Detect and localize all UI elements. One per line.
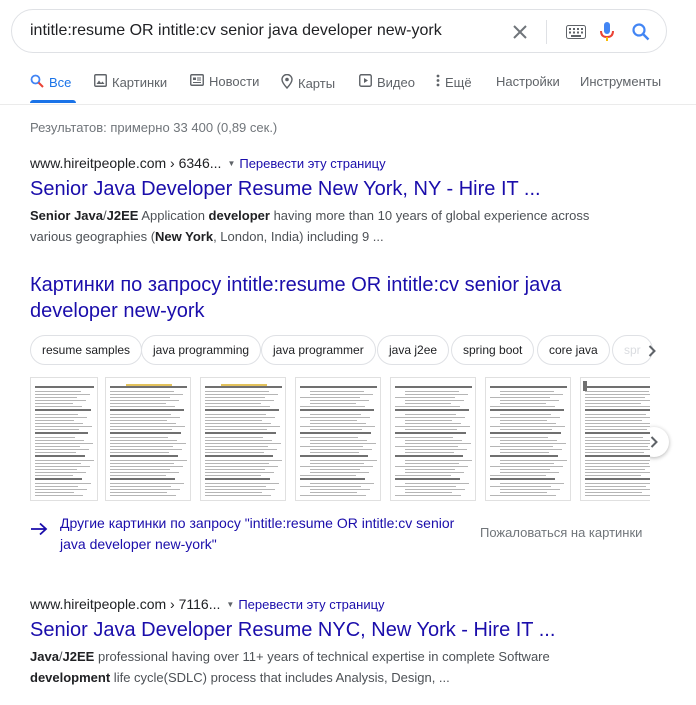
tab-label: Все xyxy=(49,75,72,90)
search-box[interactable] xyxy=(11,9,667,53)
result-snippet: Java/J2EE professional having over 11+ y… xyxy=(30,649,550,685)
news-icon xyxy=(190,74,209,89)
chevron-down-icon[interactable]: ▼ xyxy=(227,159,235,168)
resume-thumbnail[interactable] xyxy=(200,377,286,501)
tab-label: Картинки xyxy=(112,74,168,90)
result-title[interactable]: Senior Java Developer Resume NYC, New Yo… xyxy=(30,617,650,643)
close-icon[interactable] xyxy=(509,21,531,43)
microphone-icon[interactable] xyxy=(596,21,618,43)
translate-link[interactable]: Перевести эту страницу xyxy=(239,156,385,171)
tab-label: Инструменты xyxy=(580,74,662,89)
search-icon[interactable] xyxy=(630,21,652,43)
tab-settings[interactable]: Настройки xyxy=(496,74,560,89)
search-result: www.hireitpeople.com › 7116... ▼ Перевести… xyxy=(30,596,650,688)
translate-link[interactable]: Перевести эту страницу xyxy=(238,597,384,612)
tab-label: Карты xyxy=(298,75,336,91)
search-divider xyxy=(546,20,547,44)
tab-all[interactable]: Все xyxy=(30,74,71,91)
tab-more[interactable]: Ещё xyxy=(436,74,472,90)
result-breadcrumb[interactable]: www.hireitpeople.com › 7116... xyxy=(30,596,220,612)
resume-thumbnail[interactable] xyxy=(390,377,476,501)
video-icon xyxy=(359,74,377,90)
images-heading[interactable]: Картинки по запросу intitle:resume OR in… xyxy=(30,272,650,324)
chip-java-programming[interactable]: java programming xyxy=(141,335,262,365)
tab-video[interactable]: Видео xyxy=(359,74,415,90)
arrow-right-icon xyxy=(30,522,48,541)
more-vert-icon xyxy=(436,74,445,90)
chip-java-j2ee[interactable]: java j2ee xyxy=(377,335,450,365)
image-thumbnails xyxy=(30,377,650,503)
result-breadcrumb[interactable]: www.hireitpeople.com › 6346... xyxy=(30,155,221,171)
chip-spring-boot[interactable]: spring boot xyxy=(451,335,535,365)
image-chips: resume samples java programming java pro… xyxy=(30,335,660,367)
tab-tools[interactable]: Инструменты xyxy=(580,74,661,89)
result-stats: Результатов: примерно 33 400 (0,89 сек.) xyxy=(30,120,278,135)
tab-label: Настройки xyxy=(496,74,560,89)
resume-thumbnail[interactable] xyxy=(105,377,191,501)
result-url: www.hireitpeople.com › 6346... ▼ Перевести… xyxy=(30,155,650,171)
chip-core-java[interactable]: core java xyxy=(537,335,610,365)
report-images-link[interactable]: Пожаловаться на картинки xyxy=(480,525,642,540)
search-input[interactable] xyxy=(30,20,490,42)
search-result: www.hireitpeople.com › 6346... ▼ Перевести… xyxy=(30,155,650,247)
image-icon xyxy=(94,74,112,90)
search-tabs: Все Картинки Новости Карты Видео Ещё Нас… xyxy=(0,68,696,104)
chip-java-programmer[interactable]: java programmer xyxy=(261,335,376,365)
tab-label: Ещё xyxy=(445,74,472,90)
keyboard-icon[interactable] xyxy=(565,21,587,43)
resume-thumbnail[interactable] xyxy=(485,377,571,501)
map-pin-icon xyxy=(281,73,298,92)
tab-label: Новости xyxy=(209,74,260,89)
more-images-text: Другие картинки по запросу "intitle:resu… xyxy=(60,515,455,552)
result-title[interactable]: Senior Java Developer Resume New York, N… xyxy=(30,176,650,202)
chevron-down-icon[interactable]: ▼ xyxy=(226,600,234,609)
tabs-divider xyxy=(0,104,696,105)
resume-thumbnail[interactable] xyxy=(30,377,98,501)
search-icon xyxy=(30,74,49,91)
chip-resume-samples[interactable]: resume samples xyxy=(30,335,143,365)
chevron-right-icon[interactable] xyxy=(643,341,661,361)
tab-maps[interactable]: Карты xyxy=(281,73,336,92)
active-tab-indicator xyxy=(30,100,76,103)
resume-thumbnail[interactable] xyxy=(295,377,381,501)
resume-thumbnail[interactable] xyxy=(580,377,650,501)
result-snippet: Senior Java/J2EE Application developer h… xyxy=(30,208,590,244)
tab-news[interactable]: Новости xyxy=(190,74,259,89)
tab-label: Видео xyxy=(377,74,415,90)
tab-images[interactable]: Картинки xyxy=(94,74,167,90)
result-url: www.hireitpeople.com › 7116... ▼ Перевести… xyxy=(30,596,650,612)
